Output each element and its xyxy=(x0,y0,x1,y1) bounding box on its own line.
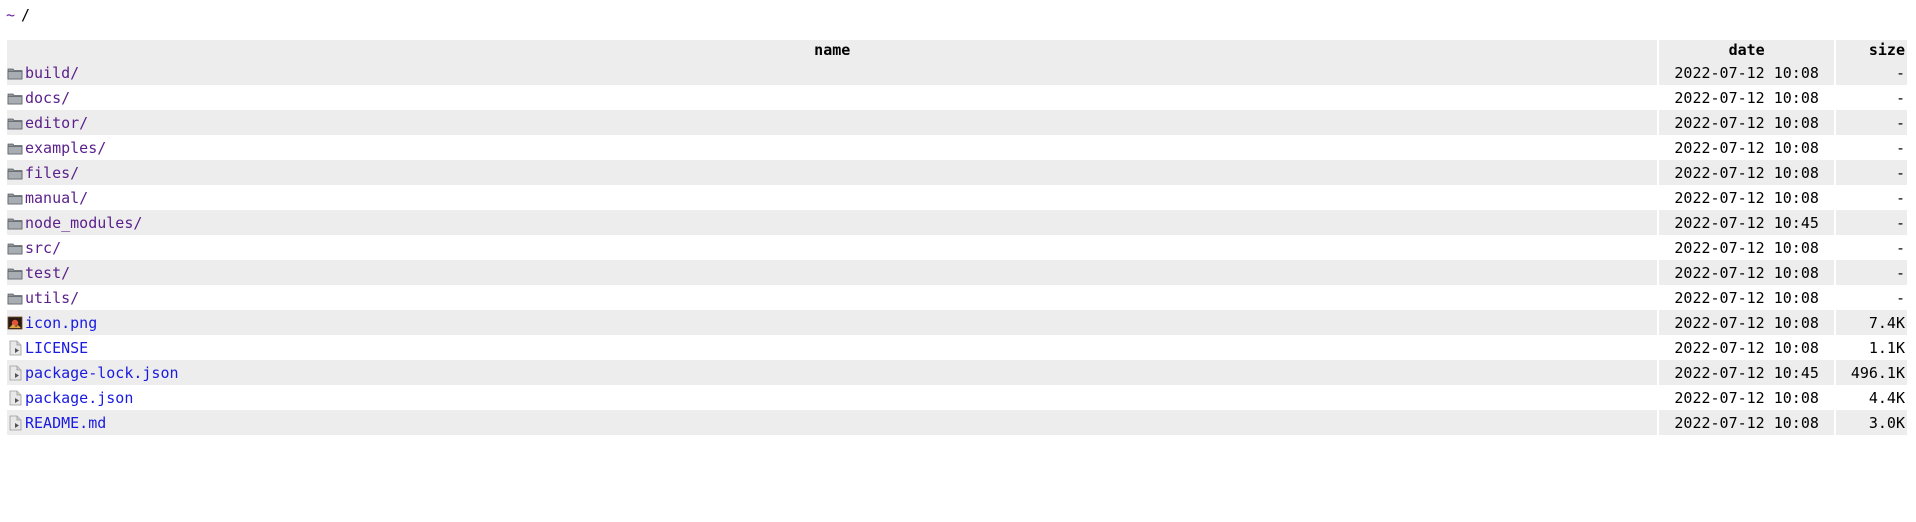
date-cell: 2022-07-12 10:08 xyxy=(1659,335,1836,360)
folder-icon xyxy=(7,190,23,206)
folder-icon xyxy=(7,90,23,106)
size-cell: - xyxy=(1835,210,1907,235)
name-cell: docs/ xyxy=(7,85,1660,110)
table-row: docs/2022-07-12 10:08- xyxy=(7,85,1907,110)
file-listing-table: name date size build/2022-07-12 10:08- do… xyxy=(7,40,1907,435)
folder-link[interactable]: utils/ xyxy=(25,289,79,307)
name-cell: build/ xyxy=(7,60,1660,85)
folder-link[interactable]: docs/ xyxy=(25,89,70,107)
date-cell: 2022-07-12 10:08 xyxy=(1659,260,1836,285)
date-cell: 2022-07-12 10:08 xyxy=(1659,385,1836,410)
name-cell: examples/ xyxy=(7,135,1660,160)
size-cell: 7.4K xyxy=(1835,310,1907,335)
file-link[interactable]: README.md xyxy=(25,414,106,432)
folder-link[interactable]: test/ xyxy=(25,264,70,282)
date-cell: 2022-07-12 10:08 xyxy=(1659,110,1836,135)
size-cell: 3.0K xyxy=(1835,410,1907,435)
size-cell: 1.1K xyxy=(1835,335,1907,360)
table-row: build/2022-07-12 10:08- xyxy=(7,60,1907,85)
name-cell: editor/ xyxy=(7,110,1660,135)
table-row: package-lock.json 2022-07-12 10:45 496.1K xyxy=(7,360,1907,385)
size-cell: - xyxy=(1835,60,1907,85)
date-cell: 2022-07-12 10:08 xyxy=(1659,235,1836,260)
size-cell: - xyxy=(1835,160,1907,185)
table-row: utils/2022-07-12 10:08- xyxy=(7,285,1907,310)
size-cell: - xyxy=(1835,185,1907,210)
folder-link[interactable]: examples/ xyxy=(25,139,106,157)
table-row: manual/2022-07-12 10:08- xyxy=(7,185,1907,210)
table-row: README.md 2022-07-12 10:08 3.0K xyxy=(7,410,1907,435)
date-cell: 2022-07-12 10:08 xyxy=(1659,410,1836,435)
file-link[interactable]: icon.png xyxy=(25,314,97,332)
size-cell: - xyxy=(1835,235,1907,260)
folder-icon xyxy=(7,265,23,281)
breadcrumb-current-path: / xyxy=(21,6,31,24)
folder-icon xyxy=(7,115,23,131)
table-row: LICENSE 2022-07-12 10:08 1.1K xyxy=(7,335,1907,360)
date-cell: 2022-07-12 10:08 xyxy=(1659,60,1836,85)
folder-link[interactable]: node_modules/ xyxy=(25,214,142,232)
file-link[interactable]: LICENSE xyxy=(25,339,88,357)
date-cell: 2022-07-12 10:08 xyxy=(1659,160,1836,185)
file-listing-body: build/2022-07-12 10:08- docs/2022-07-12 1… xyxy=(7,60,1907,435)
folder-icon xyxy=(7,290,23,306)
size-cell: - xyxy=(1835,110,1907,135)
breadcrumb-home-link[interactable]: ~ xyxy=(6,6,15,24)
document-icon xyxy=(7,390,23,406)
table-row: test/2022-07-12 10:08- xyxy=(7,260,1907,285)
file-link[interactable]: package-lock.json xyxy=(25,364,179,382)
document-icon xyxy=(7,340,23,356)
date-cell: 2022-07-12 10:45 xyxy=(1659,210,1836,235)
document-icon xyxy=(7,365,23,381)
name-cell: test/ xyxy=(7,260,1660,285)
name-cell: node_modules/ xyxy=(7,210,1660,235)
folder-icon xyxy=(7,215,23,231)
breadcrumb: ~ / xyxy=(6,4,30,26)
name-cell: LICENSE xyxy=(7,335,1660,360)
name-cell: files/ xyxy=(7,160,1660,185)
table-row: icon.png 2022-07-12 10:08 7.4K xyxy=(7,310,1907,335)
document-icon xyxy=(7,415,23,431)
folder-icon xyxy=(7,65,23,81)
folder-link[interactable]: src/ xyxy=(25,239,61,257)
table-row: node_modules/2022-07-12 10:45- xyxy=(7,210,1907,235)
size-cell: - xyxy=(1835,260,1907,285)
column-header-date: date xyxy=(1659,40,1836,60)
folder-icon xyxy=(7,240,23,256)
folder-link[interactable]: files/ xyxy=(25,164,79,182)
size-cell: 4.4K xyxy=(1835,385,1907,410)
name-cell: manual/ xyxy=(7,185,1660,210)
size-cell: - xyxy=(1835,85,1907,110)
size-cell: - xyxy=(1835,135,1907,160)
name-cell: utils/ xyxy=(7,285,1660,310)
folder-icon xyxy=(7,165,23,181)
image-file-icon xyxy=(7,315,23,331)
folder-link[interactable]: editor/ xyxy=(25,114,88,132)
folder-link[interactable]: build/ xyxy=(25,64,79,82)
file-link[interactable]: package.json xyxy=(25,389,133,407)
date-cell: 2022-07-12 10:08 xyxy=(1659,85,1836,110)
table-row: editor/2022-07-12 10:08- xyxy=(7,110,1907,135)
size-cell: - xyxy=(1835,285,1907,310)
table-header-row: name date size xyxy=(7,40,1907,60)
table-row: examples/2022-07-12 10:08- xyxy=(7,135,1907,160)
date-cell: 2022-07-12 10:08 xyxy=(1659,285,1836,310)
column-header-name: name xyxy=(7,40,1660,60)
column-header-size: size xyxy=(1835,40,1907,60)
folder-icon xyxy=(7,140,23,156)
name-cell: src/ xyxy=(7,235,1660,260)
table-row: files/2022-07-12 10:08- xyxy=(7,160,1907,185)
name-cell: package.json xyxy=(7,385,1660,410)
date-cell: 2022-07-12 10:08 xyxy=(1659,135,1836,160)
date-cell: 2022-07-12 10:08 xyxy=(1659,185,1836,210)
name-cell: package-lock.json xyxy=(7,360,1660,385)
table-row: src/2022-07-12 10:08- xyxy=(7,235,1907,260)
size-cell: 496.1K xyxy=(1835,360,1907,385)
table-row: package.json 2022-07-12 10:08 4.4K xyxy=(7,385,1907,410)
date-cell: 2022-07-12 10:08 xyxy=(1659,310,1836,335)
name-cell: README.md xyxy=(7,410,1660,435)
folder-link[interactable]: manual/ xyxy=(25,189,88,207)
name-cell: icon.png xyxy=(7,310,1660,335)
date-cell: 2022-07-12 10:45 xyxy=(1659,360,1836,385)
